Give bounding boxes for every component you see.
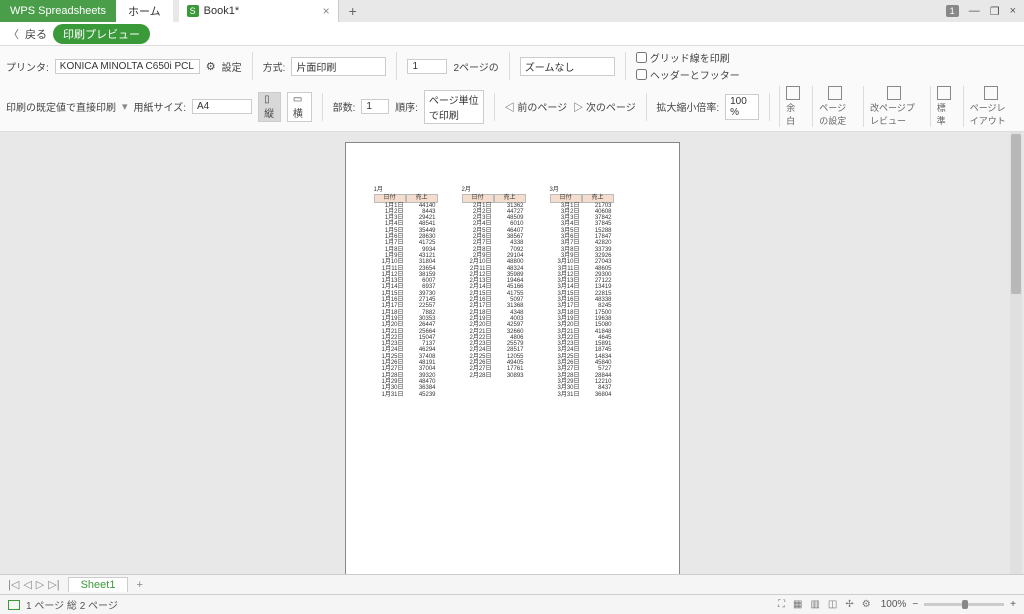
column-header: 日付 [462, 194, 494, 202]
minimize-button[interactable]: — [969, 5, 980, 17]
sheet-nav-prev-icon[interactable]: ◁ [23, 578, 31, 591]
zoom-slider[interactable] [924, 603, 1004, 606]
page-number-input[interactable]: 1 [407, 59, 447, 74]
document-name: Book1* [204, 5, 239, 17]
status-text: 1 ページ 総 2 ページ [26, 597, 118, 612]
sheet-nav-next-icon[interactable]: ▷ [36, 578, 44, 591]
month-header: 3月 [550, 187, 614, 193]
margin-button[interactable]: 余白 [779, 86, 806, 127]
column-header: 売上 [582, 194, 614, 202]
table-row: 1月31日45239 [374, 392, 438, 398]
print-grid-checkbox[interactable]: グリッド線を印刷 [636, 50, 740, 65]
maximize-button[interactable]: ❐ [990, 5, 1000, 18]
back-button[interactable]: 戻る [25, 26, 47, 42]
vertical-scrollbar[interactable] [1010, 132, 1022, 574]
order-select[interactable]: ページ単位で印刷 [424, 90, 484, 124]
title-bar: WPS Spreadsheets ホーム S Book1* × + 1 — ❐ … [0, 0, 1024, 22]
view-fullscreen-icon[interactable]: ⛶ [778, 599, 785, 610]
spreadsheet-icon: S [187, 5, 199, 17]
mode-pill: 印刷プレビュー [53, 24, 150, 44]
printer-select[interactable]: KONICA MINOLTA C650i PCL [55, 59, 200, 74]
month-header: 1月 [374, 187, 438, 193]
app-name-tab: WPS Spreadsheets [0, 0, 116, 22]
page-setup-button[interactable]: ページの設定 [812, 86, 857, 127]
add-sheet-button[interactable]: + [128, 579, 150, 591]
view-settings-icon[interactable]: ⚙ [862, 599, 871, 610]
zoom-out-button[interactable]: − [912, 599, 918, 610]
column-header: 売上 [406, 194, 438, 202]
back-bar: 〈 戻る 印刷プレビュー [0, 22, 1024, 46]
scrollbar-thumb[interactable] [1011, 134, 1021, 294]
month-table: 2月日付売上2月1日313622月2日447272月3日485092月4日601… [462, 187, 526, 398]
method-label: 方式: [263, 59, 286, 74]
status-bar: 1 ページ 総 2 ページ ⛶ ▦ ▥ ◫ ✢ ⚙ 100% − + [0, 594, 1024, 614]
normal-view-button[interactable]: 標準 [930, 86, 957, 127]
column-header: 日付 [550, 194, 582, 202]
view-focus-icon[interactable]: ✢ [845, 599, 853, 610]
view-split-icon[interactable]: ◫ [828, 599, 837, 610]
page-setup-icon [828, 86, 842, 100]
sheet-nav-first-icon[interactable]: |◁ [8, 578, 19, 591]
margin-icon [786, 86, 800, 100]
column-header: 日付 [374, 194, 406, 202]
view-grid-icon[interactable]: ▦ [793, 599, 802, 610]
zoom-in-button[interactable]: + [1010, 599, 1016, 610]
home-tab[interactable]: ホーム [116, 0, 173, 22]
new-tab-button[interactable]: + [339, 3, 367, 19]
method-select[interactable]: 片面印刷 [291, 57, 386, 76]
document-tab[interactable]: S Book1* × [179, 0, 339, 22]
settings-icon[interactable]: ⚙ [206, 60, 216, 73]
month-header: 2月 [462, 187, 526, 193]
close-tab-icon[interactable]: × [323, 4, 330, 18]
page-break-preview-button[interactable]: 改ページプレビュー [863, 86, 924, 127]
page-layout-icon [984, 86, 998, 100]
table-row: 3月31日36804 [550, 392, 614, 398]
prev-page-button: ◁ 前のページ [505, 99, 568, 114]
orientation-landscape-button[interactable]: ▭ 横 [287, 92, 312, 122]
month-table: 1月日付売上1月1日441401月2日84431月3日294211月4日4854… [374, 187, 438, 398]
notification-badge[interactable]: 1 [946, 5, 959, 17]
direct-print-button[interactable]: 印刷の既定値で直接印刷 [6, 99, 116, 114]
order-label: 順序: [395, 99, 418, 114]
zoom-ratio-input[interactable]: 100 % [725, 94, 759, 120]
status-mode-icon [8, 600, 20, 610]
page-preview: 1月日付売上1月1日441401月2日84431月3日294211月4日4854… [345, 142, 680, 574]
close-window-button[interactable]: × [1010, 5, 1016, 17]
view-reading-icon[interactable]: ▥ [810, 599, 819, 610]
page-layout-button[interactable]: ページレイアウト [963, 86, 1018, 127]
zoom-mode-select[interactable]: ズームなし [520, 57, 615, 76]
copies-input[interactable]: 1 [361, 99, 389, 114]
sheet-tab-sheet1[interactable]: Sheet1 [68, 577, 129, 592]
back-chevron-icon[interactable]: 〈 [8, 26, 19, 42]
zoom-ratio-label: 拡大縮小倍率: [656, 99, 719, 114]
next-page-button[interactable]: ▷ 次のページ [573, 99, 636, 114]
normal-view-icon [937, 86, 951, 100]
page-of-label: 2ページの [453, 59, 498, 74]
printer-label: プリンタ: [6, 59, 49, 74]
copies-label: 部数: [333, 99, 356, 114]
print-toolbar: プリンタ: KONICA MINOLTA C650i PCL ⚙ 設定 方式: … [0, 46, 1024, 132]
zoom-slider-thumb[interactable] [962, 600, 968, 609]
sheet-tab-bar: |◁ ◁ ▷ ▷| Sheet1 + [0, 574, 1024, 594]
header-footer-checkbox[interactable]: ヘッダーとフッター [636, 67, 740, 82]
month-table: 3月日付売上3月1日217033月2日406083月3日378423月4日378… [550, 187, 614, 398]
column-header: 売上 [494, 194, 526, 202]
page-break-icon [887, 86, 901, 100]
preview-canvas[interactable]: 1月日付売上1月1日441401月2日84431月3日294211月4日4854… [0, 132, 1024, 574]
paper-size-label: 用紙サイズ: [134, 99, 186, 114]
table-row: 2月28日30893 [462, 373, 526, 379]
paper-size-select[interactable]: A4 [192, 99, 252, 114]
orientation-portrait-button[interactable]: ▯ 縦 [258, 92, 281, 122]
sheet-nav-last-icon[interactable]: ▷| [48, 578, 59, 591]
zoom-value[interactable]: 100% [881, 599, 907, 610]
settings-button[interactable]: 設定 [222, 59, 242, 74]
